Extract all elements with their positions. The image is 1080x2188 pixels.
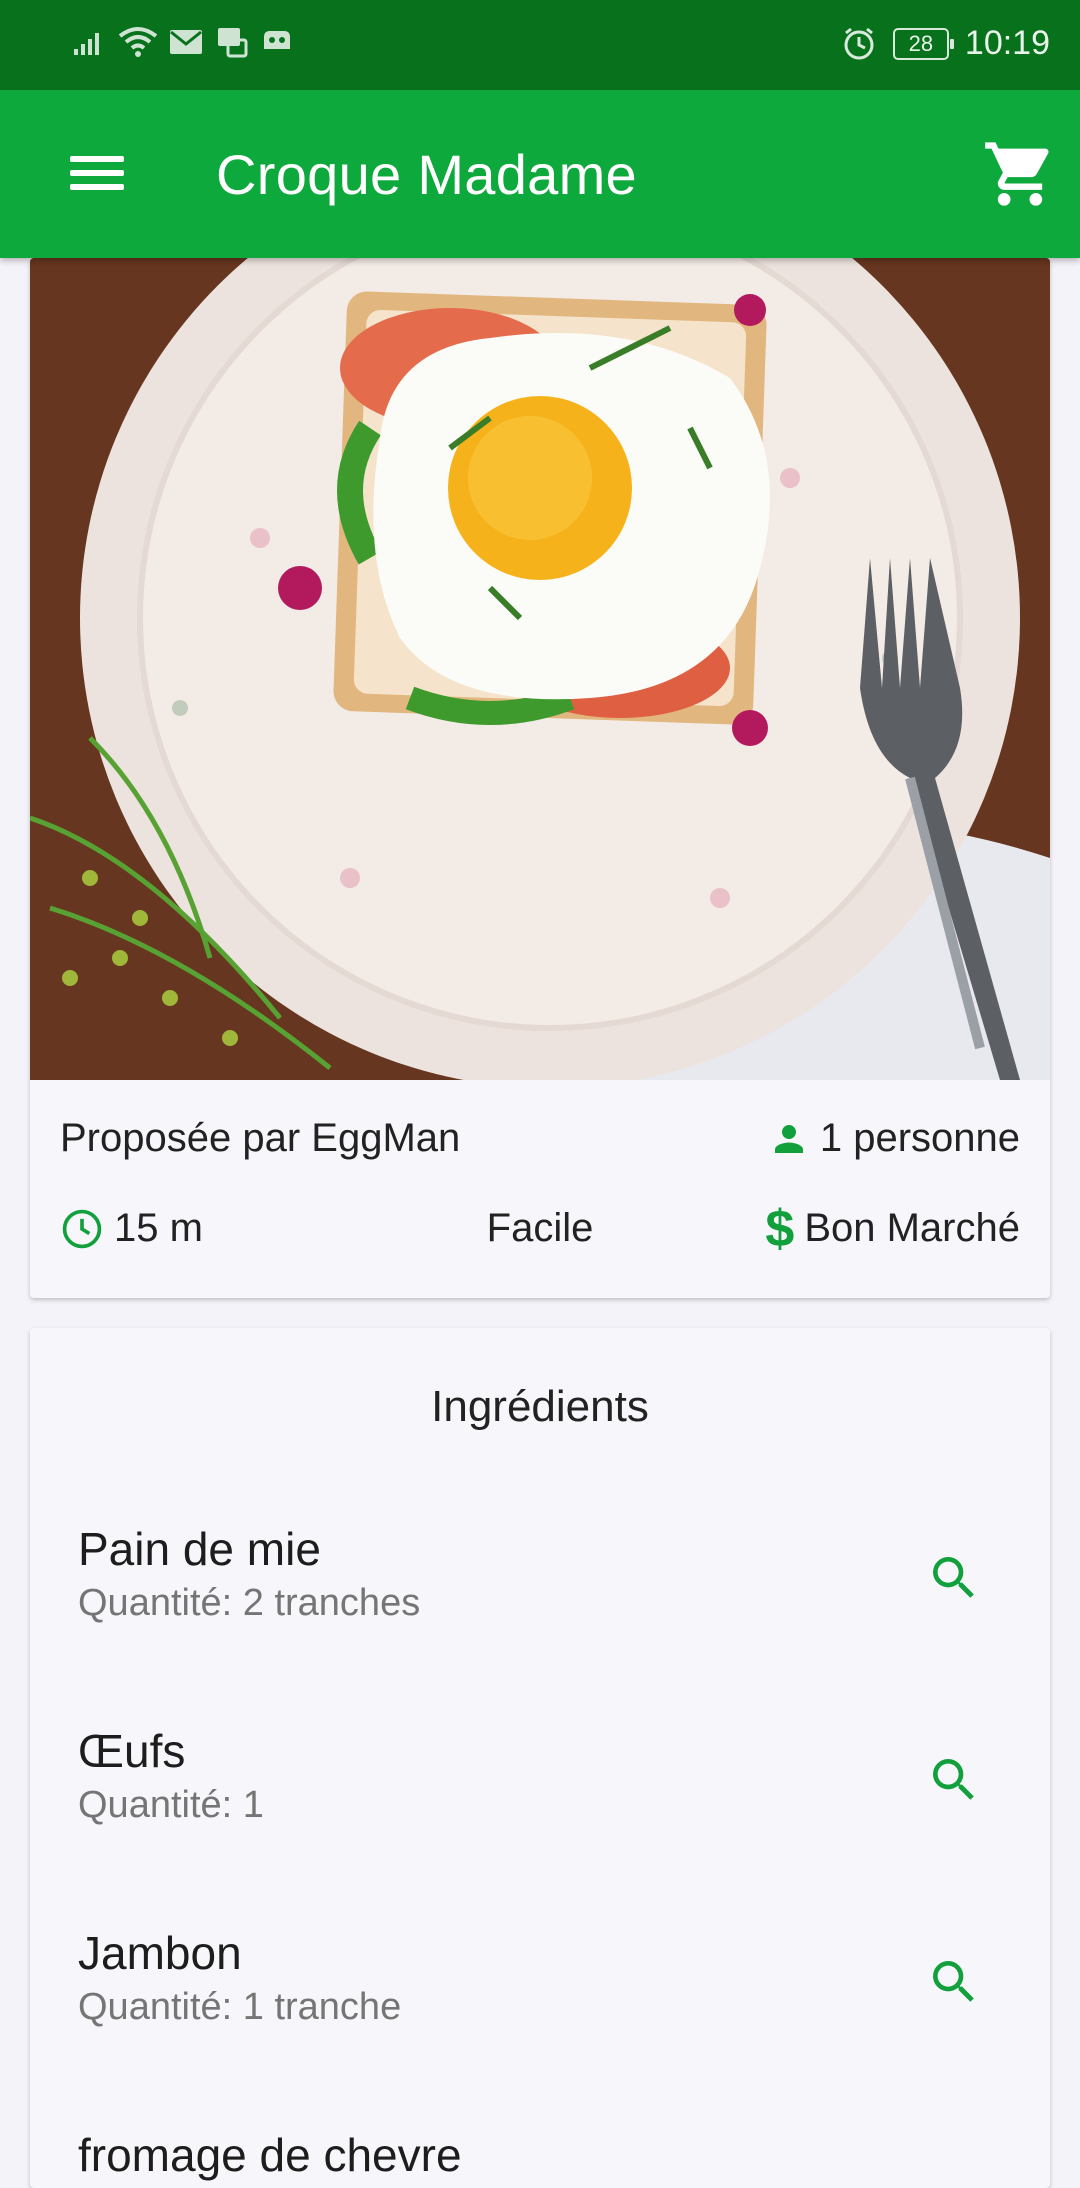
recipe-image <box>30 258 1050 1080</box>
cart-icon[interactable] <box>982 136 1058 212</box>
difficulty: Facile <box>486 1206 594 1250</box>
search-icon[interactable] <box>926 1752 982 1808</box>
ingredient-quantity: Quantité: 1 <box>78 1784 264 1826</box>
list-item[interactable]: fromage de chevre <box>78 2128 1002 2188</box>
ingredient-name: fromage de chevre <box>78 2129 462 2181</box>
menu-icon[interactable] <box>58 134 134 210</box>
mail-icon <box>170 30 202 54</box>
ingredients-card: Ingrédients Pain de mie Quantité: 2 tran… <box>30 1328 1050 2188</box>
list-item[interactable]: Jambon Quantité: 1 tranche <box>78 1926 1002 2086</box>
ingredients-title: Ingrédients <box>431 1382 649 1431</box>
ingredient-quantity: Quantité: 2 tranches <box>78 1582 421 1624</box>
notification-icon <box>218 28 248 58</box>
battery-icon: 28 <box>892 27 954 60</box>
ingredient-name: Œufs <box>78 1725 186 1777</box>
search-icon[interactable] <box>926 1954 982 2010</box>
clock: 10:19 <box>964 24 1050 62</box>
game-icon <box>264 31 290 49</box>
list-item[interactable]: Pain de mie Quantité: 2 tranches <box>78 1522 1002 1682</box>
status-icons-right: 28 10:19 <box>841 24 1050 63</box>
page-title: Croque Madame <box>216 143 638 206</box>
signal-icon <box>74 33 99 55</box>
ingredient-name: Jambon <box>78 1927 242 1979</box>
servings: 1 personne <box>768 1116 1020 1161</box>
wifi-icon <box>118 27 158 57</box>
status-bar: 28 10:19 <box>0 0 1080 90</box>
recipe-meta-row-2: 15 m Facile $ Bon Marché <box>60 1203 1020 1255</box>
search-icon[interactable] <box>926 1550 982 1606</box>
ingredient-name: Pain de mie <box>78 1523 321 1575</box>
recipe-summary-card: Proposée par EggMan 1 personne 15 m Faci… <box>30 258 1050 1298</box>
alarm-icon <box>844 27 874 59</box>
person-icon <box>774 1124 803 1153</box>
ingredient-quantity: Quantité: 1 tranche <box>78 1986 402 2028</box>
list-item[interactable]: Œufs Quantité: 1 <box>78 1724 1002 1884</box>
app-bar: Croque Madame <box>0 90 1080 258</box>
recipe-meta-row-1: Proposée par EggMan 1 personne <box>60 1116 1020 1161</box>
status-icons-left <box>72 26 294 58</box>
recipe-author: Proposée par EggMan <box>60 1116 461 1160</box>
servings-label: 1 personne <box>819 1116 1020 1160</box>
